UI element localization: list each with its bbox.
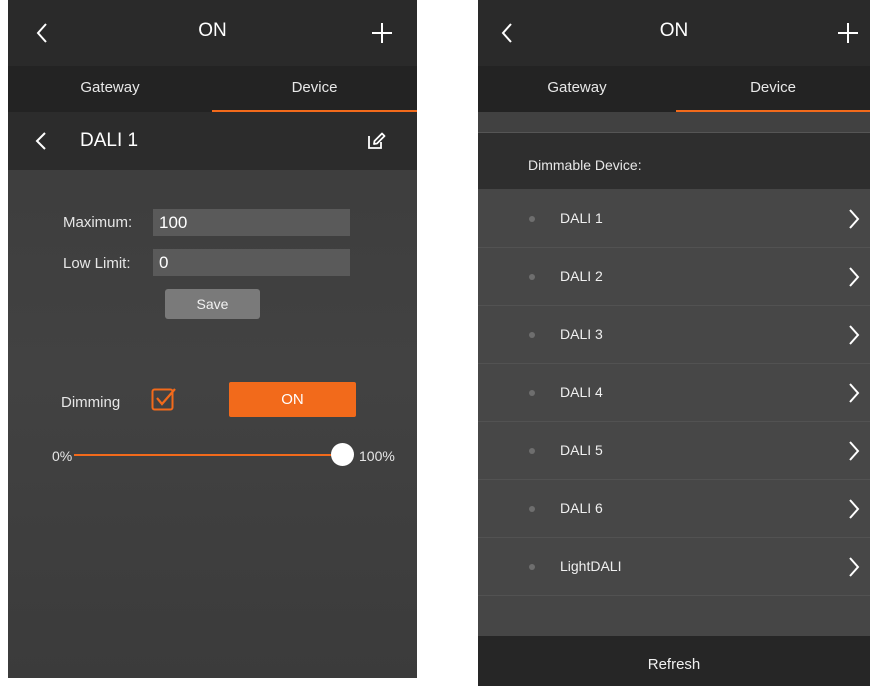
maximum-label: Maximum: (63, 214, 133, 231)
device-label: LightDALI (560, 558, 622, 574)
tab-gateway[interactable]: Gateway (8, 66, 212, 112)
device-back-button[interactable] (26, 126, 56, 156)
list-item[interactable]: DALI 1 (478, 190, 870, 248)
low-limit-field[interactable]: 0 (153, 249, 350, 276)
tab-gateway[interactable]: Gateway (478, 66, 676, 112)
plus-icon (838, 23, 858, 43)
bullet-dot-icon (529, 448, 535, 454)
chevron-right-icon (849, 557, 860, 577)
tab-device[interactable]: Device (676, 66, 870, 112)
device-label: DALI 6 (560, 500, 603, 516)
add-button[interactable] (367, 18, 397, 48)
list-item[interactable]: DALI 6 (478, 480, 870, 538)
page-title: ON (198, 20, 227, 41)
edit-button[interactable] (361, 126, 391, 156)
device-header: DALI 1 (8, 112, 417, 170)
bullet-dot-icon (529, 274, 535, 280)
list-item[interactable]: LightDALI (478, 538, 870, 596)
edit-icon (368, 132, 386, 149)
tab-device[interactable]: Device (212, 66, 417, 112)
add-button[interactable] (833, 18, 863, 48)
dimming-slider-track[interactable] (74, 454, 346, 456)
bullet-dot-icon (529, 216, 535, 222)
chevron-right-icon (849, 383, 860, 403)
plus-icon (372, 23, 392, 43)
chevron-right-icon (849, 499, 860, 519)
chevron-left-icon (35, 132, 46, 150)
list-item[interactable]: DALI 3 (478, 306, 870, 364)
dimming-label: Dimming (61, 394, 121, 411)
slider-max-label: 100% (359, 448, 395, 464)
bullet-dot-icon (529, 506, 535, 512)
list-top-edge (478, 112, 870, 133)
device-label: DALI 3 (560, 326, 603, 342)
device-label: DALI 4 (560, 384, 603, 400)
device-label: DALI 2 (560, 268, 603, 284)
maximum-field[interactable]: 100 (153, 209, 350, 236)
low-limit-label: Low Limit: (63, 255, 131, 272)
dimming-checkbox[interactable] (151, 386, 177, 412)
list-item[interactable]: DALI 4 (478, 364, 870, 422)
section-header: Dimmable Device: (478, 133, 870, 189)
bullet-dot-icon (529, 564, 535, 570)
device-detail-screen: ON Gateway Device DALI 1 Maximum: 100 Lo… (8, 0, 417, 678)
save-button[interactable]: Save (165, 289, 260, 319)
chevron-right-icon (849, 441, 860, 461)
device-label: DALI 5 (560, 442, 603, 458)
device-list-screen: ON Gateway Device Dimmable Device: DALI … (478, 0, 870, 686)
device-label: DALI 1 (560, 210, 603, 226)
slider-min-label: 0% (52, 448, 73, 464)
refresh-button[interactable]: Refresh (478, 636, 870, 686)
list-item[interactable]: DALI 2 (478, 248, 870, 306)
top-bar: ON (478, 0, 870, 66)
section-title: Dimmable Device: (528, 157, 642, 173)
device-name: DALI 1 (80, 130, 139, 151)
chevron-right-icon (849, 209, 860, 229)
tab-bar: Gateway Device (478, 66, 870, 112)
page-title: ON (659, 20, 689, 41)
chevron-right-icon (849, 325, 860, 345)
tab-bar: Gateway Device (8, 66, 417, 112)
chevron-right-icon (849, 267, 860, 287)
on-button[interactable]: ON (229, 382, 356, 417)
bullet-dot-icon (529, 332, 535, 338)
top-bar: ON (8, 0, 417, 66)
dimming-slider-thumb[interactable] (331, 443, 354, 466)
list-item[interactable]: DALI 5 (478, 422, 870, 480)
bullet-dot-icon (529, 390, 535, 396)
